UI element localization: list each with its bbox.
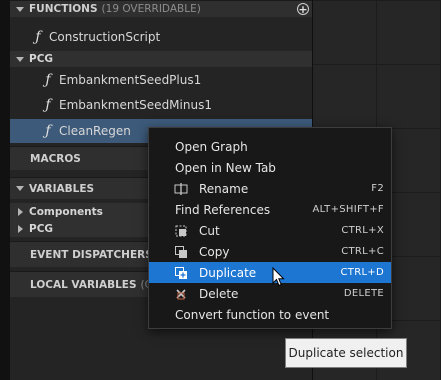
menu-item-shortcut: CTRL+C xyxy=(341,246,384,257)
menu-item-cut[interactable]: Cut CTRL+X xyxy=(149,220,391,241)
menu-item-label: Delete xyxy=(199,286,239,301)
copy-icon xyxy=(174,245,188,259)
function-label: EmbankmentSeedMinus1 xyxy=(59,98,212,112)
tooltip: Duplicate selection xyxy=(285,338,407,368)
function-icon: ƒ xyxy=(45,97,51,113)
variable-group-label: PCG xyxy=(29,222,54,235)
pcg-category-header[interactable]: PCG xyxy=(10,51,312,67)
functions-header-label: FUNCTIONS xyxy=(29,3,98,15)
tooltip-text: Duplicate selection xyxy=(288,346,404,360)
function-icon: ƒ xyxy=(45,72,51,88)
menu-item-label: Open in New Tab xyxy=(175,160,276,175)
menu-item-shortcut: CTRL+D xyxy=(340,267,384,278)
menu-item-label: Find References xyxy=(175,202,271,217)
cut-icon xyxy=(174,224,188,238)
chevron-right-icon[interactable] xyxy=(15,207,25,216)
chevron-down-icon[interactable] xyxy=(15,186,25,191)
menu-item-shortcut: ALT+SHIFT+F xyxy=(312,204,384,215)
macros-header-label: MACROS xyxy=(30,152,81,165)
rename-icon xyxy=(174,182,188,196)
menu-item-label: Copy xyxy=(199,244,230,259)
menu-item-duplicate[interactable]: Duplicate CTRL+D xyxy=(149,262,391,283)
menu-item-label: Open Graph xyxy=(175,139,248,154)
menu-item-label: Duplicate xyxy=(199,265,257,280)
menu-item-find-references[interactable]: Find References ALT+SHIFT+F xyxy=(149,199,391,220)
menu-item-rename[interactable]: Rename F2 xyxy=(149,178,391,199)
function-item-embankmentseedminus1[interactable]: ƒ EmbankmentSeedMinus1 xyxy=(10,94,312,116)
function-label: CleanRegen xyxy=(59,124,131,138)
function-label: ConstructionScript xyxy=(49,30,161,44)
menu-item-shortcut: F2 xyxy=(371,183,384,194)
menu-item-shortcut: CTRL+X xyxy=(341,225,384,236)
add-function-icon[interactable]: + xyxy=(297,3,309,15)
variables-header-label: VARIABLES xyxy=(29,182,95,195)
menu-item-shortcut: DELETE xyxy=(343,288,384,299)
menu-item-open-in-new-tab[interactable]: Open in New Tab xyxy=(149,157,391,178)
event-dispatchers-label: EVENT DISPATCHERS xyxy=(30,248,153,261)
mouse-cursor-icon xyxy=(272,266,285,291)
menu-item-delete[interactable]: Delete DELETE xyxy=(149,283,391,304)
functions-override-count: (19 OVERRIDABLE) xyxy=(101,3,201,15)
menu-item-label: Convert function to event xyxy=(175,307,330,322)
menu-item-copy[interactable]: Copy CTRL+C xyxy=(149,241,391,262)
menu-item-open-graph[interactable]: Open Graph xyxy=(149,136,391,157)
delete-icon xyxy=(174,287,188,301)
chevron-down-icon[interactable] xyxy=(15,6,25,12)
function-item-constructionscript[interactable]: ƒ ConstructionScript xyxy=(10,26,312,48)
left-edge xyxy=(0,0,10,380)
pcg-category-label: PCG xyxy=(29,53,54,65)
function-item-embankmentseedplus1[interactable]: ƒ EmbankmentSeedPlus1 xyxy=(10,69,312,91)
local-variables-label: LOCAL VARIABLES xyxy=(30,278,137,291)
menu-item-label: Rename xyxy=(199,181,249,196)
menu-item-convert-function-to-event[interactable]: Convert function to event xyxy=(149,304,391,325)
function-label: EmbankmentSeedPlus1 xyxy=(59,73,202,87)
chevron-right-icon[interactable] xyxy=(15,224,25,233)
chevron-down-icon[interactable] xyxy=(15,56,25,62)
menu-item-label: Cut xyxy=(199,223,220,238)
construction-script-icon: ƒ xyxy=(35,29,41,45)
variable-group-label: Components xyxy=(29,205,103,218)
function-icon: ƒ xyxy=(45,123,51,139)
context-menu: Open Graph Open in New Tab Rename F2 Fin… xyxy=(148,127,392,329)
functions-section-header[interactable]: FUNCTIONS (19 OVERRIDABLE) + xyxy=(10,0,312,17)
duplicate-icon xyxy=(174,266,188,280)
